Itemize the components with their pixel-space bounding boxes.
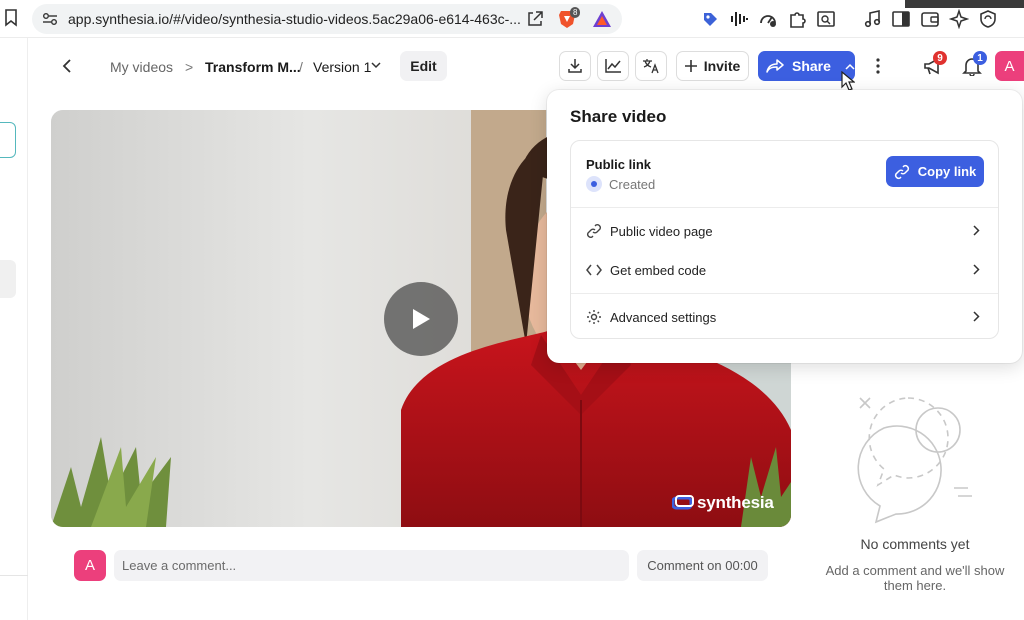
breadcrumb-video-title[interactable]: Transform M... bbox=[205, 59, 301, 75]
announcements-badge: 9 bbox=[933, 51, 947, 65]
empty-comments-title: No comments yet bbox=[860, 536, 970, 552]
tag-extension-icon[interactable] bbox=[700, 9, 720, 29]
chevron-right-icon bbox=[973, 311, 980, 322]
translate-button[interactable] bbox=[635, 51, 667, 81]
get-embed-code-item[interactable]: Get embed code bbox=[571, 253, 998, 287]
sidebar-card-active[interactable] bbox=[0, 122, 16, 158]
audio-wave-icon[interactable] bbox=[729, 9, 749, 29]
url-text[interactable]: app.synthesia.io/#/video/synthesia-studi… bbox=[68, 11, 521, 27]
user-avatar[interactable]: A bbox=[995, 51, 1024, 81]
invite-button[interactable]: Invite bbox=[676, 51, 749, 81]
chevron-up-icon bbox=[845, 63, 855, 70]
link-icon bbox=[894, 164, 909, 179]
browser-toolbar: app.synthesia.io/#/video/synthesia-studi… bbox=[0, 0, 1024, 38]
link-icon bbox=[587, 224, 601, 238]
public-link-label: Public link bbox=[586, 157, 652, 172]
share-options-card: Public link Created Copy link Public vid… bbox=[570, 140, 999, 339]
share-arrow-icon bbox=[766, 59, 784, 73]
code-icon bbox=[586, 264, 602, 276]
reader-mode-icon[interactable] bbox=[816, 9, 836, 29]
play-button[interactable] bbox=[384, 282, 458, 356]
divider bbox=[571, 293, 998, 294]
breadcrumb-separator: / bbox=[299, 59, 303, 75]
mouse-cursor-icon bbox=[841, 71, 855, 91]
sidebar-divider bbox=[0, 575, 28, 576]
status-radio-icon bbox=[586, 176, 602, 192]
translate-icon bbox=[643, 59, 659, 74]
popover-title: Share video bbox=[570, 107, 667, 126]
bookmark-icon[interactable] bbox=[4, 9, 18, 27]
menu-item-label: Advanced settings bbox=[610, 309, 717, 325]
brave-shields-icon[interactable]: 8 bbox=[558, 7, 581, 29]
breadcrumb-my-videos[interactable]: My videos bbox=[110, 59, 173, 75]
notifications-badge: 1 bbox=[973, 51, 987, 65]
chevron-right-icon bbox=[973, 264, 980, 275]
chevron-down-icon[interactable] bbox=[371, 61, 381, 69]
download-icon bbox=[568, 59, 582, 73]
chevron-right-icon bbox=[973, 225, 980, 236]
copy-link-button[interactable]: Copy link bbox=[886, 156, 984, 187]
menu-item-label: Public video page bbox=[610, 223, 713, 239]
window-edge bbox=[905, 0, 1024, 8]
plus-icon bbox=[684, 60, 697, 72]
address-bar[interactable]: app.synthesia.io/#/video/synthesia-studi… bbox=[32, 4, 622, 34]
music-note-icon[interactable] bbox=[862, 9, 882, 29]
share-label: Share bbox=[792, 58, 831, 74]
brave-rewards-icon[interactable] bbox=[592, 10, 612, 28]
empty-comments-illustration bbox=[857, 397, 972, 524]
watermark-text: synthesia bbox=[697, 493, 774, 512]
download-button[interactable] bbox=[559, 51, 591, 81]
menu-item-label: Get embed code bbox=[610, 262, 707, 278]
public-link-status-text: Created bbox=[609, 176, 656, 192]
version-selector[interactable]: Version 1 bbox=[313, 59, 371, 75]
ai-sparkle-icon[interactable] bbox=[949, 9, 969, 29]
back-button[interactable] bbox=[56, 55, 78, 77]
speed-extension-icon[interactable] bbox=[758, 9, 778, 29]
public-link-status: Created bbox=[586, 176, 655, 192]
share-page-icon[interactable] bbox=[526, 10, 544, 28]
advanced-settings-item[interactable]: Advanced settings bbox=[571, 300, 998, 334]
brave-badge: 8 bbox=[570, 7, 581, 18]
copy-link-label: Copy link bbox=[917, 164, 977, 179]
wallet-icon[interactable] bbox=[920, 9, 940, 29]
divider bbox=[571, 207, 998, 208]
vpn-shield-icon[interactable] bbox=[978, 9, 998, 29]
comment-timestamp-button[interactable]: Comment on 00:00 bbox=[637, 550, 768, 581]
extensions-puzzle-icon[interactable] bbox=[787, 9, 807, 29]
chart-line-icon bbox=[605, 59, 621, 73]
left-sidebar bbox=[0, 38, 28, 620]
public-video-page-item[interactable]: Public video page bbox=[571, 214, 998, 248]
synthesia-watermark: synthesia bbox=[672, 493, 774, 513]
sidebar-toggle-icon[interactable] bbox=[891, 9, 911, 29]
analytics-button[interactable] bbox=[597, 51, 629, 81]
comment-input[interactable] bbox=[114, 550, 629, 581]
sidebar-card[interactable] bbox=[0, 260, 16, 298]
more-vertical-icon bbox=[876, 58, 880, 74]
commenter-avatar: A bbox=[74, 550, 106, 581]
share-video-popover: Share video Public link Created Copy lin… bbox=[547, 90, 1022, 363]
breadcrumb-separator: > bbox=[185, 59, 194, 75]
play-icon bbox=[413, 309, 430, 329]
synthesia-logo-icon bbox=[672, 495, 694, 510]
gear-icon bbox=[587, 310, 601, 324]
chevron-left-icon bbox=[62, 59, 71, 73]
empty-comments-subtitle: Add a comment and we'll show them here. bbox=[825, 563, 1005, 593]
invite-label: Invite bbox=[703, 58, 741, 74]
more-options-button[interactable] bbox=[868, 56, 888, 76]
edit-button[interactable]: Edit bbox=[400, 51, 447, 81]
site-settings-icon[interactable] bbox=[42, 12, 58, 26]
